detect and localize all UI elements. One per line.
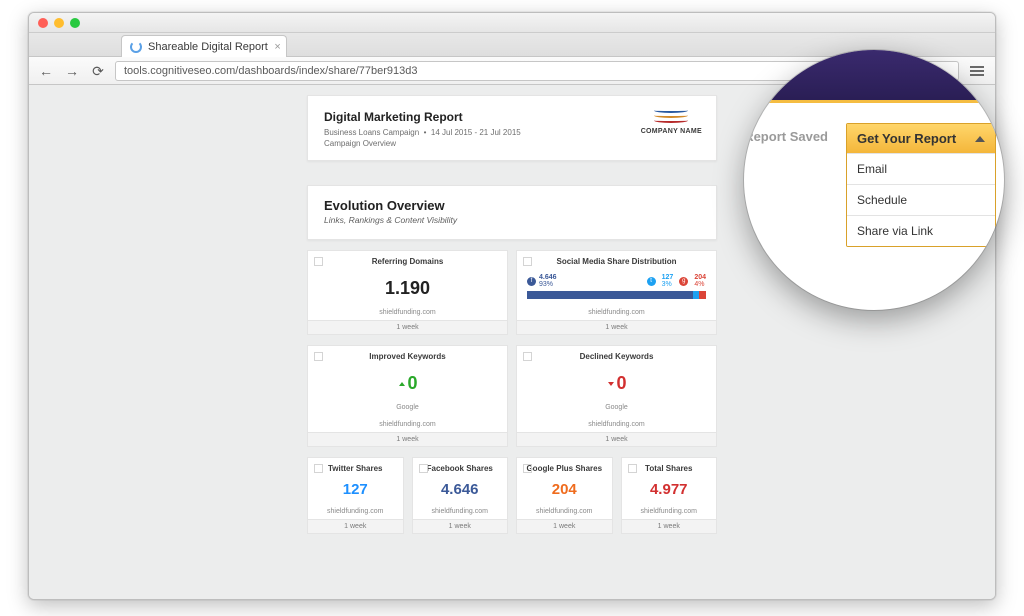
widget-site: shieldfunding.com [308, 421, 507, 428]
widget-title: Declined Keywords [517, 346, 716, 361]
section-subtitle: Links, Rankings & Content Visibility [324, 215, 700, 225]
widget-title: Improved Keywords [308, 346, 507, 361]
widget-referring-domains[interactable]: Referring Domains 1.190 shieldfunding.co… [307, 250, 508, 335]
get-report-dropdown: Get Your Report Email Schedule Share via… [846, 123, 996, 247]
logo-label: COMPANY NAME [641, 128, 702, 135]
magnified-header [744, 50, 1004, 100]
dist-facebook: f 4.64693% [527, 274, 557, 288]
widget-row-1: Referring Domains 1.190 shieldfunding.co… [307, 250, 717, 335]
widget-site: shieldfunding.com [517, 508, 612, 515]
widget-twitter-shares[interactable]: Twitter Shares 127 shieldfunding.com 1 w… [307, 457, 404, 534]
favicon-icon [130, 41, 142, 53]
report-page: Digital Marketing Report Business Loans … [307, 95, 717, 534]
browser-tab[interactable]: Shareable Digital Report × [121, 35, 287, 57]
window-close-icon[interactable] [38, 18, 48, 28]
window-titlebar [29, 13, 995, 33]
widget-handle-icon[interactable] [314, 257, 323, 266]
widget-period: 1 week [622, 519, 717, 533]
window-maximize-icon[interactable] [70, 18, 80, 28]
window-minimize-icon[interactable] [54, 18, 64, 28]
report-header-card: Digital Marketing Report Business Loans … [307, 95, 717, 161]
googleplus-icon: g [679, 277, 688, 286]
nav-reload-icon[interactable]: ⟳ [89, 62, 107, 80]
widget-handle-icon[interactable] [314, 464, 323, 473]
tab-title: Shareable Digital Report [148, 41, 268, 53]
magnified-toolbar: Report Saved Get Your Report Email Sched… [744, 103, 1004, 247]
widget-site: shieldfunding.com [308, 309, 507, 316]
widget-row-3: Twitter Shares 127 shieldfunding.com 1 w… [307, 457, 717, 534]
distribution-chart: f 4.64693% t 1273% g 2044% [517, 266, 716, 299]
widget-value: 0 [517, 373, 716, 394]
widget-total-shares[interactable]: Total Shares 4.977 shieldfunding.com 1 w… [621, 457, 718, 534]
magnifier-overlay: Report Saved Get Your Report Email Sched… [744, 50, 1004, 310]
widget-handle-icon[interactable] [523, 352, 532, 361]
widget-period: 1 week [308, 320, 507, 334]
widget-period: 1 week [517, 432, 716, 446]
widget-handle-icon[interactable] [314, 352, 323, 361]
widget-title: Social Media Share Distribution [517, 251, 716, 266]
widget-value: 1.190 [308, 278, 507, 299]
widget-period: 1 week [413, 519, 508, 533]
dropdown-item-share-link[interactable]: Share via Link [847, 215, 995, 246]
widget-googleplus-shares[interactable]: Google Plus Shares 204 shieldfunding.com… [516, 457, 613, 534]
widget-handle-icon[interactable] [628, 464, 637, 473]
widget-social-distribution[interactable]: Social Media Share Distribution f 4.6469… [516, 250, 717, 335]
nav-back-icon[interactable]: ← [37, 62, 55, 80]
section-title: Evolution Overview [324, 198, 700, 213]
gp-stat: 2044% [694, 274, 706, 288]
widget-value: 4.977 [622, 481, 717, 498]
widget-handle-icon[interactable] [419, 464, 428, 473]
widget-row-2: Improved Keywords 0 Google shieldfunding… [307, 345, 717, 447]
widget-engine: Google [517, 404, 716, 411]
widget-improved-keywords[interactable]: Improved Keywords 0 Google shieldfunding… [307, 345, 508, 447]
widget-handle-icon[interactable] [523, 464, 532, 473]
caret-up-icon [975, 136, 985, 142]
widget-site: shieldfunding.com [308, 508, 403, 515]
dropdown-item-schedule[interactable]: Schedule [847, 184, 995, 215]
dropdown-item-email[interactable]: Email [847, 153, 995, 184]
widget-engine: Google [308, 404, 507, 411]
widget-value: 127 [308, 481, 403, 498]
logo-swoosh-icon [654, 108, 688, 126]
widget-handle-icon[interactable] [523, 257, 532, 266]
facebook-icon: f [527, 277, 536, 286]
widget-period: 1 week [308, 432, 507, 446]
widget-facebook-shares[interactable]: Facebook Shares 4.646 shieldfunding.com … [412, 457, 509, 534]
fb-pct: 93% [539, 281, 553, 288]
report-saved-label: Report Saved [744, 123, 838, 144]
nav-forward-icon[interactable]: → [63, 62, 81, 80]
get-report-label: Get Your Report [857, 131, 956, 146]
campaign-name: Business Loans Campaign [324, 128, 419, 137]
widget-period: 1 week [308, 519, 403, 533]
report-subtitle: Campaign Overview [324, 139, 700, 148]
widget-title: Referring Domains [308, 251, 507, 266]
twitter-icon: t [647, 277, 656, 286]
url-text: tools.cognitiveseo.com/dashboards/index/… [124, 65, 418, 77]
widget-site: shieldfunding.com [413, 508, 508, 515]
widget-value: 0 [308, 373, 507, 394]
fb-value: 4.646 [539, 274, 557, 281]
widget-site: shieldfunding.com [517, 309, 716, 316]
tw-stat: 1273% [662, 274, 674, 288]
widget-declined-keywords[interactable]: Declined Keywords 0 Google shieldfunding… [516, 345, 717, 447]
date-range: 14 Jul 2015 - 21 Jul 2015 [431, 128, 521, 137]
section-header-card: Evolution Overview Links, Rankings & Con… [307, 185, 717, 240]
widget-site: shieldfunding.com [517, 421, 716, 428]
widget-period: 1 week [517, 519, 612, 533]
tab-close-icon[interactable]: × [274, 41, 280, 53]
widget-value: 204 [517, 481, 612, 498]
widget-site: shieldfunding.com [622, 508, 717, 515]
widget-period: 1 week [517, 320, 716, 334]
distribution-bar [527, 291, 706, 299]
widget-value: 4.646 [413, 481, 508, 498]
get-report-button[interactable]: Get Your Report [847, 124, 995, 153]
company-logo: COMPANY NAME [641, 108, 702, 135]
traffic-lights [38, 18, 80, 28]
